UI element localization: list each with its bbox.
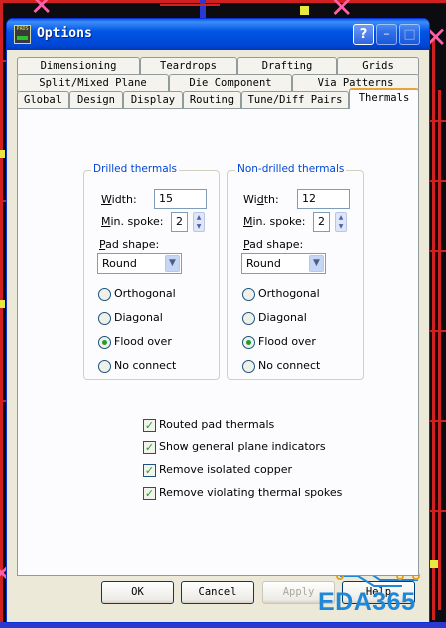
tab-thermals[interactable]: Thermals [349, 88, 419, 109]
tab-display[interactable]: Display [123, 91, 183, 109]
nondrilled-width-label: Width: [243, 193, 279, 206]
tab-die-component[interactable]: Die Component [169, 74, 292, 92]
routed-pad-thermals-checkbox[interactable]: ✓ [143, 419, 156, 432]
nondrilled-spoke-stepper[interactable]: ▲ ▼ [335, 212, 347, 232]
drilled-thermals-group: Drilled thermals Width: 15 Min. spoke: 2… [83, 163, 220, 380]
tab-split-mixed-plane[interactable]: Split/Mixed Plane [17, 74, 169, 92]
title-bar[interactable]: PADS Options ? – □ [7, 19, 429, 50]
cancel-button[interactable]: Cancel [181, 581, 254, 604]
ok-button[interactable]: OK [101, 581, 174, 604]
drilled-label-orthogonal: Orthogonal [114, 287, 176, 300]
drilled-radio-orthogonal[interactable] [98, 288, 111, 301]
tab-grids[interactable]: Grids [337, 57, 419, 75]
routed-pad-thermals-label: Routed pad thermals [159, 418, 275, 431]
remove-violating-spokes-label: Remove violating thermal spokes [159, 486, 343, 499]
nondrilled-spoke-input[interactable]: 2 [313, 212, 330, 232]
tab-global[interactable]: Global [17, 91, 69, 109]
nondrilled-label-no-connect: No connect [258, 359, 321, 372]
remove-isolated-copper-label: Remove isolated copper [159, 463, 293, 476]
drilled-thermals-title: Drilled thermals [91, 163, 180, 175]
nondrilled-radio-orthogonal[interactable] [242, 288, 255, 301]
nondrilled-spoke-label: Min. spoke: [243, 215, 306, 228]
minimize-button[interactable]: – [376, 24, 397, 45]
nondrilled-radio-flood-over[interactable] [242, 336, 255, 349]
nondrilled-label-orthogonal: Orthogonal [258, 287, 320, 300]
remove-violating-spokes-checkbox[interactable]: ✓ [143, 487, 156, 500]
drilled-label-no-connect: No connect [114, 359, 177, 372]
drilled-shape-label: Pad shape: [99, 238, 160, 251]
drilled-label-flood-over: Flood over [114, 335, 172, 348]
eda365-watermark: EDA365 [318, 588, 416, 616]
nondrilled-thermals-title: Non-drilled thermals [235, 163, 347, 175]
pads-app-icon: PADS [14, 25, 31, 44]
drilled-radio-diagonal[interactable] [98, 312, 111, 325]
remove-isolated-copper-checkbox[interactable]: ✓ [143, 464, 156, 477]
options-dialog: PADS Options ? – □ Dimensioning Teardrop… [6, 18, 430, 623]
nondrilled-width-input[interactable]: 12 [297, 189, 350, 209]
window-title: Options [37, 26, 92, 41]
nondrilled-thermals-group: Non-drilled thermals Width: 12 Min. spok… [227, 163, 364, 380]
drilled-spoke-input[interactable]: 2 [171, 212, 188, 232]
tab-drafting[interactable]: Drafting [237, 57, 337, 75]
drilled-spoke-stepper[interactable]: ▲ ▼ [193, 212, 205, 232]
drilled-width-input[interactable]: 15 [154, 189, 207, 209]
drilled-radio-flood-over[interactable] [98, 336, 111, 349]
maximize-button[interactable]: □ [399, 24, 420, 45]
nondrilled-shape-select[interactable]: Round ▼ [241, 253, 326, 274]
drilled-spoke-label: Min. spoke: [101, 215, 164, 228]
drilled-label-diagonal: Diagonal [114, 311, 163, 324]
nondrilled-radio-diagonal[interactable] [242, 312, 255, 325]
drilled-shape-select[interactable]: Round ▼ [97, 253, 182, 274]
help-title-button[interactable]: ? [353, 24, 374, 45]
tab-design[interactable]: Design [69, 91, 123, 109]
show-plane-indicators-label: Show general plane indicators [159, 440, 326, 453]
show-plane-indicators-checkbox[interactable]: ✓ [143, 441, 156, 454]
nondrilled-radio-no-connect[interactable] [242, 360, 255, 373]
tab-tune-diff-pairs[interactable]: Tune/Diff Pairs [241, 91, 349, 109]
nondrilled-shape-label: Pad shape: [243, 238, 304, 251]
nondrilled-label-diagonal: Diagonal [258, 311, 307, 324]
tab-teardrops[interactable]: Teardrops [140, 57, 237, 75]
nondrilled-label-flood-over: Flood over [258, 335, 316, 348]
thermals-panel: Drilled thermals Width: 15 Min. spoke: 2… [17, 108, 419, 576]
chevron-down-icon[interactable]: ▼ [309, 255, 324, 272]
drilled-width-label: Width: [101, 193, 137, 206]
drilled-radio-no-connect[interactable] [98, 360, 111, 373]
tab-routing[interactable]: Routing [183, 91, 241, 109]
tab-dimensioning[interactable]: Dimensioning [17, 57, 140, 75]
chevron-down-icon[interactable]: ▼ [165, 255, 180, 272]
